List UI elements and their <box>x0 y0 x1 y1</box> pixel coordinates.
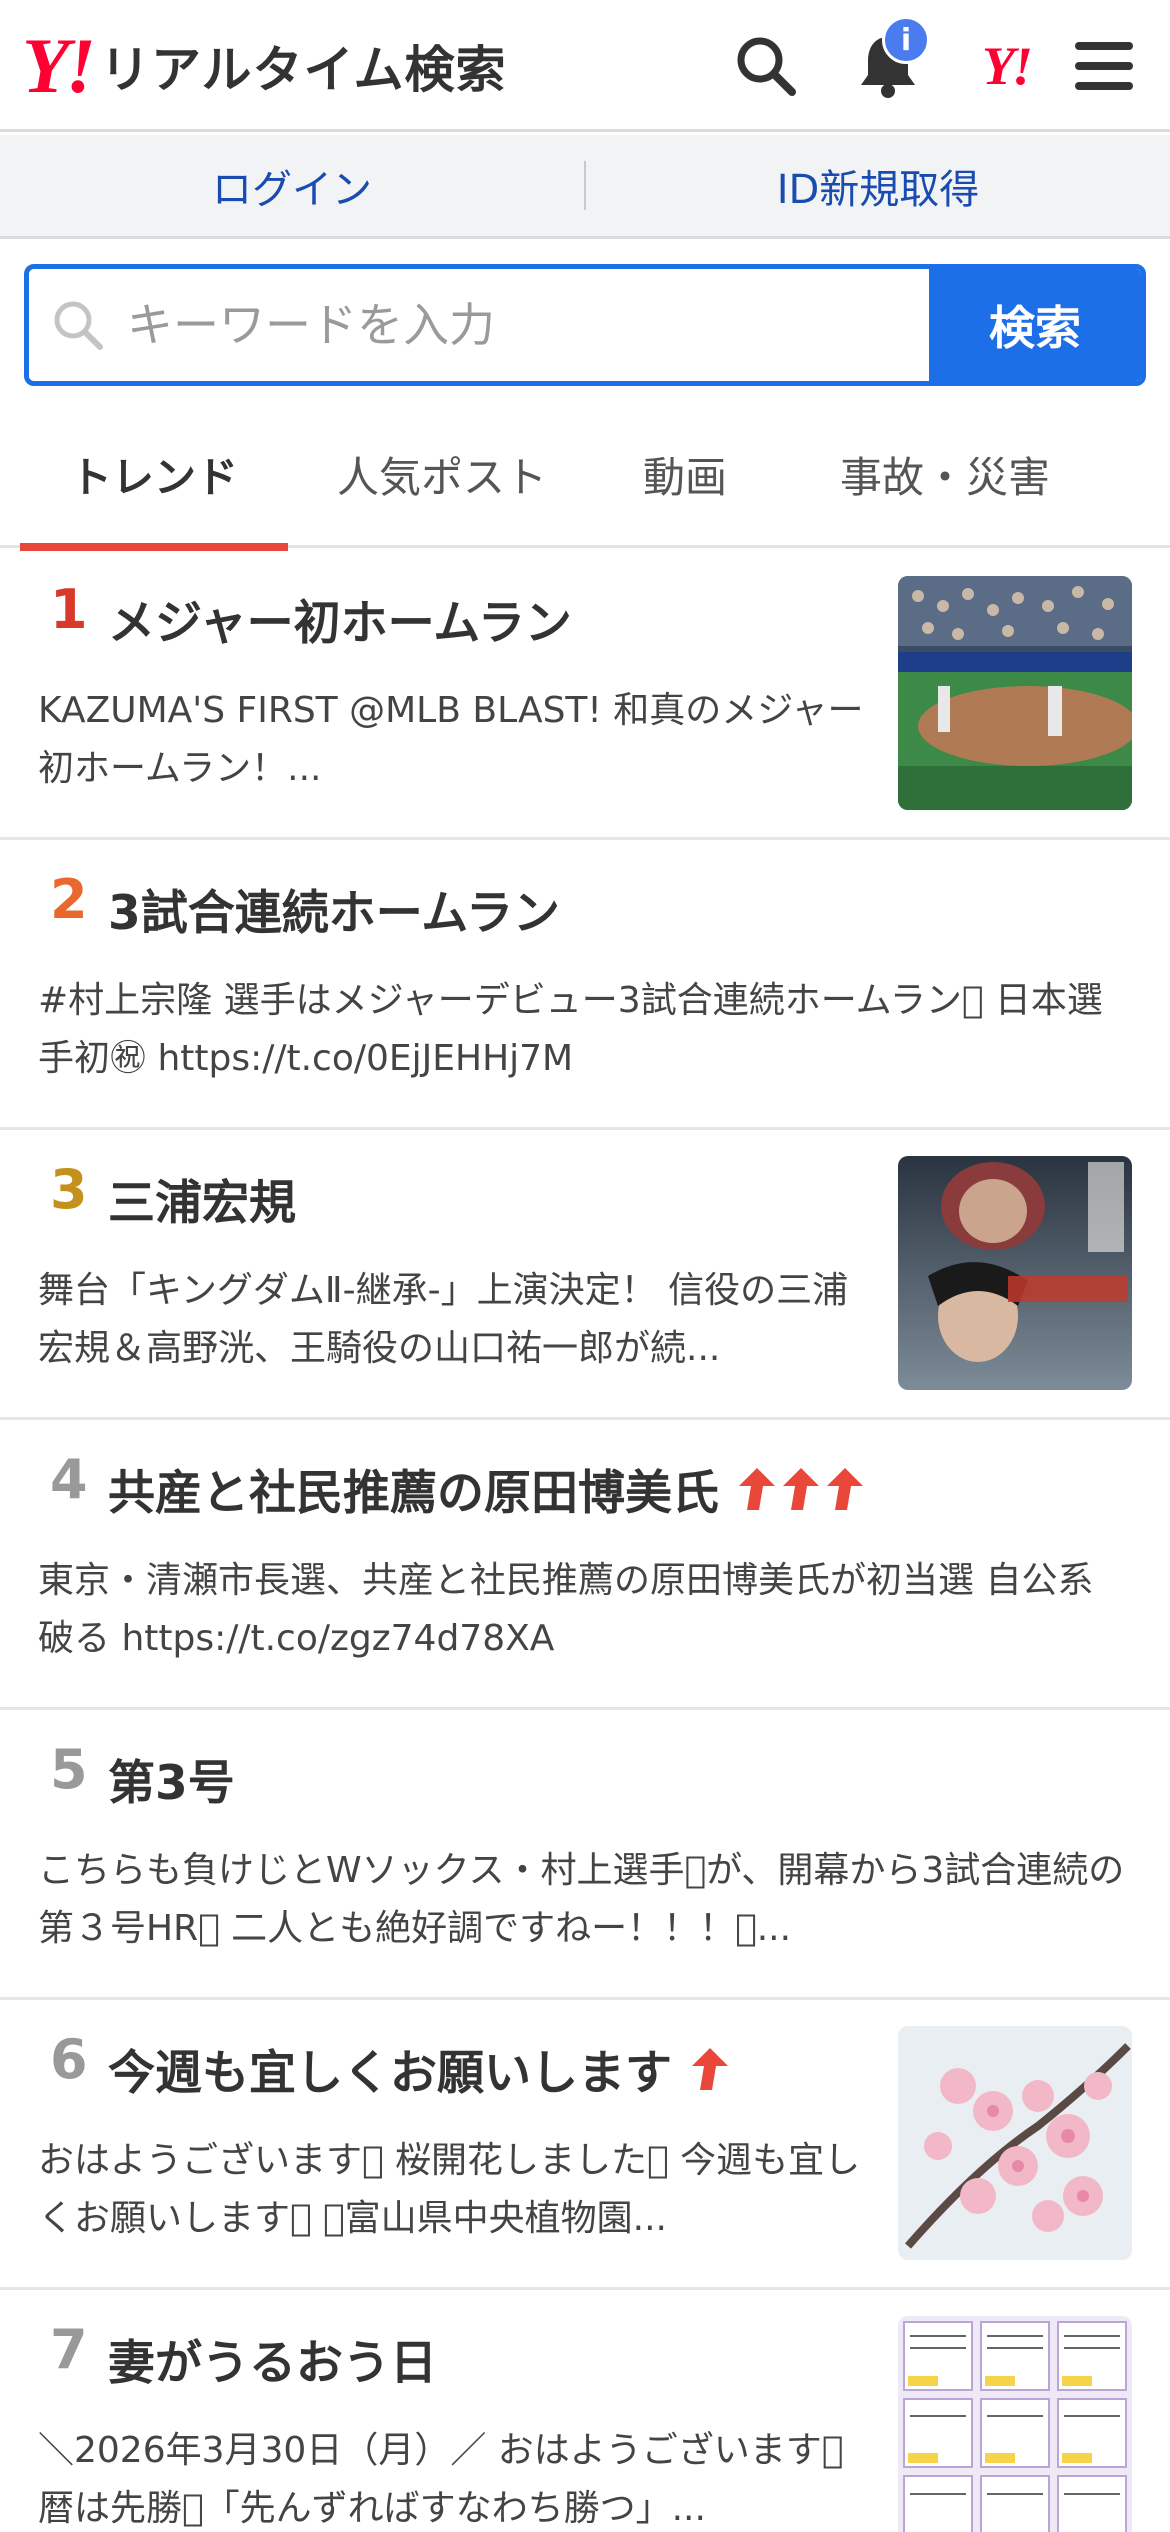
trend-description: 東京・清瀬市長選、共産と社民推薦の原田博美氏が初当選 自公系破る https:/… <box>38 1560 1094 1659</box>
up-arrow-icon <box>739 1467 775 1510</box>
trend-description: ＼2026年3月30日（月）／ おはようございます󾭂 暦は先勝󾭂「先んずればすな… <box>38 2430 844 2529</box>
trend-title: 共産と社民推薦の原田博美氏 <box>108 1454 865 1523</box>
signup-link[interactable]: ID新規取得 <box>586 135 1170 236</box>
trend-item[interactable]: 3 三浦宏規 舞台「キングダムⅡ-継承-」上演決定！ 信役の三浦宏規＆高野洸、王… <box>0 1130 1170 1420</box>
search-field-icon <box>29 297 127 353</box>
trend-item[interactable]: 7 妻がうるおう日 ＼2026年3月30日（月）／ おはようございます󾭂 暦は先… <box>0 2290 1170 2532</box>
trend-description: #村上宗隆 選手はメジャーデビュー3試合連続ホームラン󾭂 日本選手初㊗ http… <box>38 980 1103 1079</box>
trend-description: こちらも負けじとWソックス・村上選手󾓶が、開幕から3試合連続の第３号HR󾭂 二人… <box>38 1850 1125 1949</box>
trend-item[interactable]: 4 共産と社民推薦の原田博美氏 東京・清瀬市長選、共産と社民推薦の原田博美氏が初… <box>0 1420 1170 1710</box>
yahoo-realtime-logo[interactable]: Y! リアルタイム検索 <box>22 26 507 106</box>
stage-poster-image <box>898 1156 1132 1390</box>
up-arrow-icon <box>692 2047 728 2090</box>
trend-title: 3試合連続ホームラン <box>108 874 560 943</box>
yahoo-japan-icon[interactable]: Y! <box>966 30 1046 102</box>
auth-bar: ログイン ID新規取得 <box>0 135 1170 239</box>
search-button[interactable]: 検索 <box>929 269 1141 381</box>
tab-videos[interactable]: 動画 <box>590 400 780 548</box>
trend-rank: 6 <box>50 2028 88 2091</box>
search-field[interactable] <box>29 269 929 381</box>
trend-title: 今週も宜しくお願いします <box>108 2034 730 2103</box>
horoscope-grid-image <box>898 2316 1132 2532</box>
trend-item[interactable]: 5 第3号 こちらも負けじとWソックス・村上選手󾓶が、開幕から3試合連続の第３号… <box>0 1710 1170 2000</box>
trend-item[interactable]: 1 メジャー初ホームラン KAZUMA'S FIRST @MLB BLAST! … <box>0 550 1170 840</box>
baseball-field-image <box>898 576 1132 810</box>
trend-title-text: 今週も宜しくお願いします <box>108 2046 672 2101</box>
yahoo-mark-text: Y! <box>982 36 1033 96</box>
trend-rank: 2 <box>50 868 88 931</box>
search-icon[interactable] <box>730 30 802 102</box>
trend-title-text: 第3号 <box>108 1756 235 1811</box>
cherry-blossom-image <box>898 2026 1132 2260</box>
category-tabs: トレンド 人気ポスト 動画 事故・災害 <box>0 400 1170 551</box>
trend-rank: 3 <box>50 1158 88 1221</box>
trend-rank: 5 <box>50 1738 88 1801</box>
notification-bell-icon[interactable]: i <box>852 16 930 102</box>
search-input[interactable] <box>127 298 929 352</box>
trend-title-text: 共産と社民推薦の原田博美氏 <box>108 1466 719 1521</box>
app-header: Y! リアルタイム検索 i Y! <box>0 0 1170 132</box>
trend-title: 三浦宏規 <box>108 1164 296 1233</box>
trend-list: 1 メジャー初ホームラン KAZUMA'S FIRST @MLB BLAST! … <box>0 550 1170 2532</box>
trend-title: 第3号 <box>108 1744 235 1813</box>
yahoo-logo-mark: Y! <box>22 22 96 109</box>
notification-badge: i <box>882 16 930 64</box>
trend-rank: 7 <box>50 2318 88 2381</box>
trend-description: 舞台「キングダムⅡ-継承-」上演決定！ 信役の三浦宏規＆高野洸、王騎役の山口祐一… <box>38 1270 849 1369</box>
search-bar: 検索 <box>24 264 1146 386</box>
trend-title-text: 妻がうるおう日 <box>108 2336 437 2391</box>
trend-item[interactable]: 2 3試合連続ホームラン #村上宗隆 選手はメジャーデビュー3試合連続ホームラン… <box>0 840 1170 1130</box>
login-link[interactable]: ログイン <box>0 135 584 236</box>
trend-item[interactable]: 6 今週も宜しくお願いします おはようございます󾭂 桜開花しました󾭂 今週も宜し… <box>0 2000 1170 2290</box>
trend-title: 妻がうるおう日 <box>108 2324 437 2393</box>
rising-indicator <box>688 2046 730 2092</box>
trend-title-text: 3試合連続ホームラン <box>108 886 560 941</box>
up-arrow-icon <box>783 1467 819 1510</box>
trend-description: おはようございます󾭂 桜開花しました󾭂 今週も宜しくお願いします󾭂 ＃富山県中央… <box>38 2140 861 2239</box>
tab-trend[interactable]: トレンド <box>20 400 288 551</box>
trend-title: メジャー初ホームラン <box>108 584 572 653</box>
tab-accidents-disasters[interactable]: 事故・災害 <box>800 400 1090 548</box>
trend-rank: 1 <box>50 578 88 641</box>
menu-icon[interactable] <box>1068 30 1140 102</box>
rising-indicator <box>735 1466 865 1512</box>
logo-title: リアルタイム検索 <box>100 41 507 99</box>
tab-popular-posts[interactable]: 人気ポスト <box>308 400 576 548</box>
trend-rank: 4 <box>50 1448 88 1511</box>
trend-description: KAZUMA'S FIRST @MLB BLAST! 和真のメジャー初ホームラン… <box>38 690 864 789</box>
trend-title-text: メジャー初ホームラン <box>108 596 572 651</box>
up-arrow-icon <box>827 1467 863 1510</box>
trend-title-text: 三浦宏規 <box>108 1176 296 1231</box>
